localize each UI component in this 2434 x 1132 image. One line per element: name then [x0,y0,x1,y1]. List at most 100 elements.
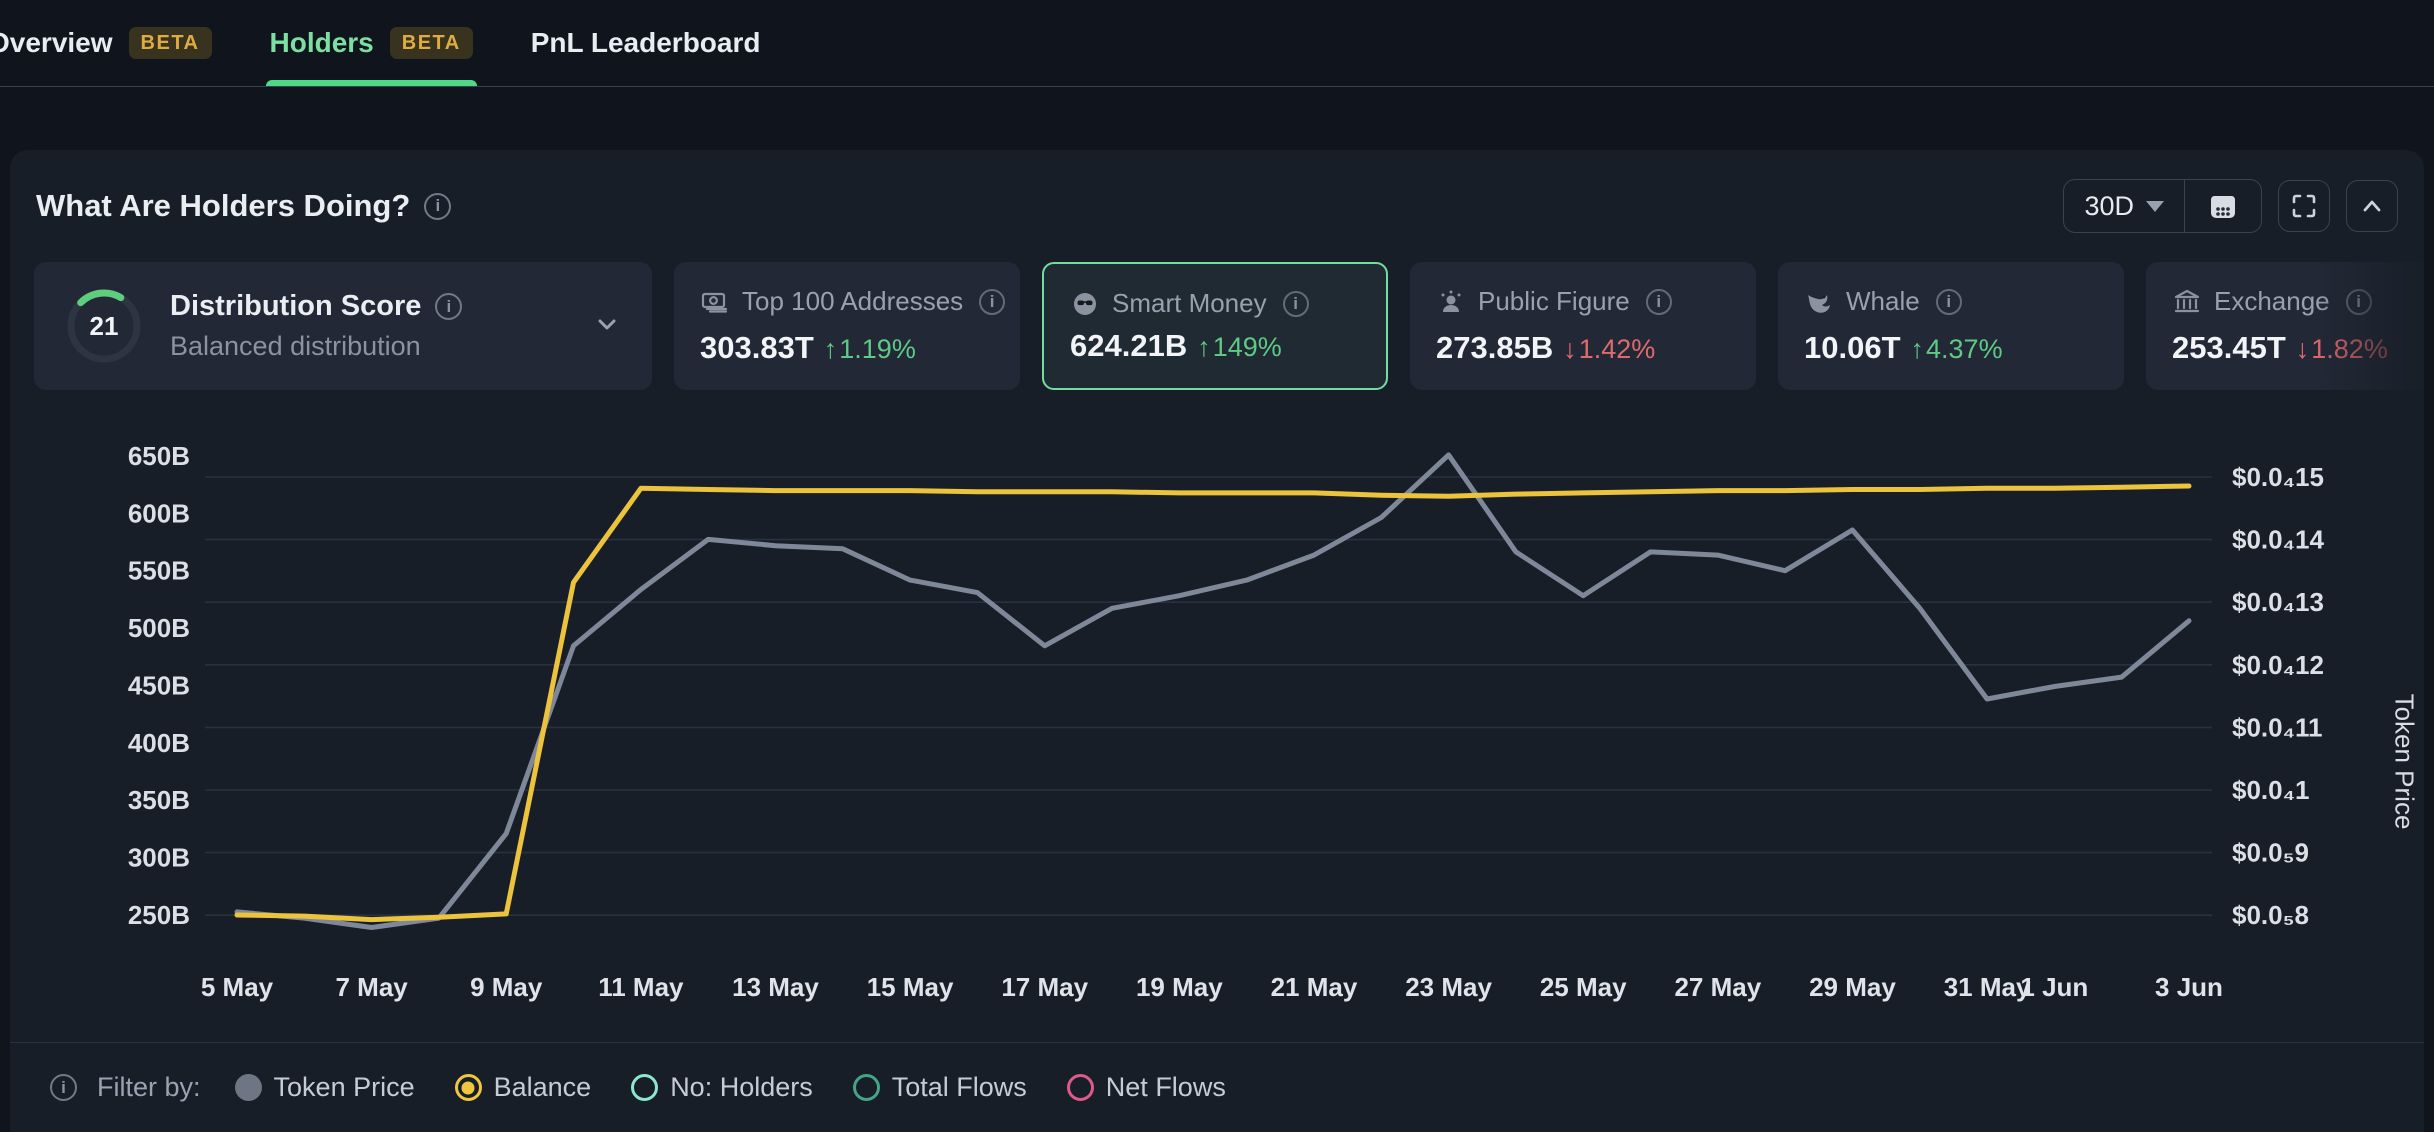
distribution-score-card[interactable]: 21 Distribution Score Balanced distribut… [34,262,652,390]
right-axis-tick: $0.0₄15 [2232,462,2324,492]
fullscreen-button[interactable] [2278,180,2330,232]
x-axis-tick: 27 May [1674,972,1761,1002]
expand-card-button[interactable] [592,309,622,344]
info-icon[interactable] [2346,289,2372,315]
holders-chart[interactable]: $0.0₄15$0.0₄14$0.0₄13$0.0₄12$0.0₄11$0.0₄… [10,428,2424,1040]
range-value: 30D [2084,191,2134,222]
info-icon[interactable] [50,1074,77,1101]
filter-options: Token Price Balance No: Holders Total Fl… [235,1072,1226,1103]
left-axis-tick: 550B [128,556,190,586]
x-axis-tick: 13 May [732,972,819,1002]
info-icon[interactable] [1283,291,1309,317]
chevron-down-icon [592,309,622,339]
radio-icon [235,1074,262,1101]
info-icon[interactable] [979,289,1005,315]
info-icon[interactable] [435,293,462,320]
x-axis-tick: 3 Jun [2155,972,2223,1002]
smart-money-icon [1070,289,1100,319]
filter-option-no-holders[interactable]: No: Holders [631,1072,813,1103]
stat-card-value: 624.21B [1070,328,1187,364]
stat-card-change: ↑149% [1197,332,1282,363]
calendar-icon [2207,190,2239,222]
distribution-score-subtitle: Balanced distribution [170,331,462,362]
collapse-button[interactable] [2346,180,2398,232]
fullscreen-icon [2290,192,2318,220]
right-axis-tick: $0.0₄14 [2232,525,2324,555]
stat-card-label: Whale [1846,286,1920,317]
x-axis-tick: 19 May [1136,972,1223,1002]
chart-area[interactable]: $0.0₄15$0.0₄14$0.0₄13$0.0₄12$0.0₄11$0.0₄… [10,428,2424,1040]
filter-option-balance[interactable]: Balance [455,1072,592,1103]
stat-card[interactable]: Whale 10.06T ↑4.37% [1778,262,2124,390]
chevron-down-icon [2146,201,2164,212]
right-axis-tick: $0.0₄12 [2232,650,2324,680]
x-axis-tick: 9 May [470,972,543,1002]
left-axis-tick: 450B [128,670,190,700]
calendar-button[interactable] [2185,180,2261,232]
holders-dashboard: Overview BETA Holders BETA PnL Leaderboa… [0,0,2434,1132]
left-axis-tick: 400B [128,728,190,758]
x-axis-tick: 23 May [1405,972,1492,1002]
left-axis-tick: 500B [128,613,190,643]
stat-cards-row: 21 Distribution Score Balanced distribut… [10,262,2424,390]
filter-option-net-flows[interactable]: Net Flows [1067,1072,1226,1103]
tab-overview[interactable]: Overview BETA [0,0,212,86]
date-range-control: 30D [2063,179,2262,233]
active-tab-underline [266,80,477,86]
x-axis-tick: 21 May [1271,972,1358,1002]
tab-holders[interactable]: Holders BETA [270,0,473,86]
info-icon[interactable] [424,193,451,220]
series-line-balance[interactable] [237,486,2189,920]
x-axis-tick: 17 May [1001,972,1088,1002]
stat-card-value: 273.85B [1436,330,1553,366]
stat-card-change: ↓1.42% [1563,334,1655,365]
page-title: What Are Holders Doing? [36,188,410,224]
banknote-icon [700,287,730,317]
filter-option-token-price[interactable]: Token Price [235,1072,415,1103]
beta-badge: BETA [129,27,212,59]
distribution-score-value: 21 [64,286,144,366]
down-arrow-icon: ↓ [2296,334,2310,365]
exchange-icon [2172,287,2202,317]
left-axis-tick: 300B [128,842,190,872]
x-axis-tick: 1 Jun [2020,972,2088,1002]
filter-option-total-flows[interactable]: Total Flows [853,1072,1027,1103]
right-axis-tick: $0.0₅8 [2232,900,2309,930]
stat-card[interactable]: Top 100 Addresses 303.83T ↑1.19% [674,262,1020,390]
tab-pnl-leaderboard[interactable]: PnL Leaderboard [531,0,761,86]
stat-card-value: 253.45T [2172,330,2286,366]
stat-card-label: Smart Money [1112,288,1267,319]
radio-icon [631,1074,658,1101]
left-axis-tick: 650B [128,441,190,471]
range-dropdown[interactable]: 30D [2064,180,2184,232]
left-axis-tick: 250B [128,900,190,930]
x-axis-tick: 15 May [867,972,954,1002]
info-icon[interactable] [1936,289,1962,315]
distribution-score-gauge: 21 [64,286,144,366]
distribution-score-title: Distribution Score [170,290,421,323]
x-axis-tick: 29 May [1809,972,1896,1002]
filter-bar: Filter by: Token Price Balance No: Holde… [10,1042,2424,1132]
radio-icon [1067,1074,1094,1101]
stat-card[interactable]: Smart Money 624.21B ↑149% [1042,262,1388,390]
stat-card-label: Top 100 Addresses [742,286,963,317]
stat-card-label: Public Figure [1478,286,1630,317]
stat-card-change: ↓1.82% [2296,334,2388,365]
beta-badge: BETA [390,27,473,59]
down-arrow-icon: ↓ [1563,334,1577,365]
top-tab-bar: Overview BETA Holders BETA PnL Leaderboa… [0,0,2434,87]
radio-icon [853,1074,880,1101]
right-axis-tick: $0.0₄11 [2232,712,2322,742]
header-controls: 30D [2063,179,2398,233]
left-axis-tick: 350B [128,785,190,815]
stat-card[interactable]: Public Figure 273.85B ↓1.42% [1410,262,1756,390]
left-axis-tick: 600B [128,498,190,528]
info-icon[interactable] [1646,289,1672,315]
right-axis-tick: $0.0₄13 [2232,587,2324,617]
distribution-score-text: Distribution Score Balanced distribution [170,290,462,362]
public-figure-icon [1436,287,1466,317]
series-line-token-price[interactable] [237,455,2189,928]
up-arrow-icon: ↑ [1197,332,1211,363]
stat-card[interactable]: Exchange 253.45T ↓1.82% [2146,262,2424,390]
up-arrow-icon: ↑ [1911,334,1925,365]
